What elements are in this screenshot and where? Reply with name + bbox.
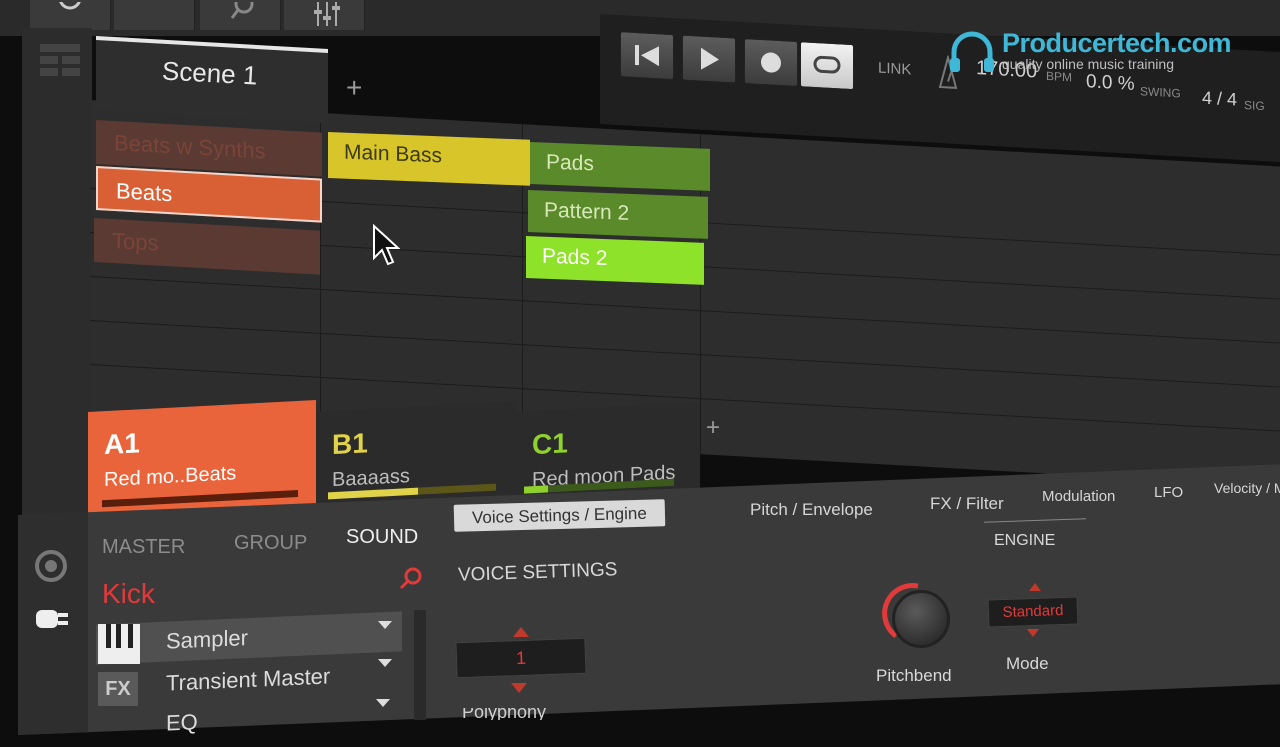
add-scene-button[interactable]: + [346,72,362,104]
left-sidebar [22,28,92,518]
skip-back-icon [635,44,659,67]
mouse-cursor-icon [373,224,400,266]
decrement-arrow-icon[interactable] [510,682,528,694]
chevron-down-icon[interactable] [376,618,394,632]
tab-label: Voice Settings / Engine [453,499,666,532]
arranger-view-icon[interactable] [40,44,80,78]
power-icon [59,2,81,10]
signature-label: SIG [1244,98,1265,114]
tab-pitch-envelope[interactable]: Pitch / Envelope [750,500,873,520]
mixer-button[interactable] [284,0,365,30]
decrement-arrow-icon[interactable] [1026,628,1040,638]
loop-icon [813,55,841,74]
chevron-down-icon[interactable] [374,696,392,710]
chevron-down-icon[interactable] [376,656,394,670]
add-group-button[interactable]: + [706,414,720,442]
pattern-pattern-2[interactable]: Pattern 2 [528,190,708,239]
search-button[interactable] [200,0,281,30]
play-icon [701,47,719,70]
tab-modulation[interactable]: Modulation [1042,488,1115,505]
sound-search-icon[interactable] [398,566,424,590]
piano-keys-icon [98,624,140,664]
swing-value[interactable]: 0.0 % [1086,71,1135,96]
plug-in-icon[interactable] [32,604,72,634]
search-icon [230,2,254,19]
tab-sound[interactable]: SOUND [346,526,418,549]
group-id: A1 [104,427,140,461]
voices-stepper[interactable]: 1 [455,637,587,679]
play-button[interactable] [682,34,736,84]
link-button[interactable]: LINK [878,60,911,79]
loop-button[interactable] [800,41,854,91]
pattern-main-bass[interactable]: Main Bass [328,132,530,186]
scene-tab-label: Scene 1 [161,55,259,91]
pattern-pads[interactable]: Pads [530,142,710,191]
group-id: C1 [532,427,568,461]
pattern-pads-2[interactable]: Pads 2 [526,236,704,285]
section-engine: ENGINE [994,532,1056,549]
group-level-meter [524,485,548,494]
browser-button[interactable] [114,0,195,30]
record-button[interactable] [744,38,798,88]
plugin-name: EQ [166,709,198,736]
tab-fx-filter[interactable]: FX / Filter [930,494,1004,514]
group-name: Red mo..Beats [104,462,237,492]
watermark-subtitle: quality online music training [1002,56,1174,72]
tab-voice-settings-engine[interactable]: Voice Settings / Engine [453,499,666,532]
watermark-title: Producertech.com [1002,28,1232,58]
sound-name[interactable]: Kick [102,578,155,610]
swing-label: SWING [1140,84,1181,101]
mode-label: Mode [1006,654,1049,673]
plugin-list-scrollbar[interactable] [414,610,426,720]
plugin-name: Transient Master [166,663,331,696]
tab-master[interactable]: MASTER [102,536,185,559]
settings-button[interactable] [30,0,111,30]
voice-mode-label: Polyphony [462,708,546,720]
headphones-logo-icon [950,31,994,72]
plugin-name: Sampler [166,625,248,654]
signature-value[interactable]: 4 / 4 [1202,88,1237,111]
tab-velocity[interactable]: Velocity / M [1214,480,1280,496]
fx-icon: FX [98,672,138,706]
restart-button[interactable] [620,31,674,81]
tab-lfo[interactable]: LFO [1154,484,1183,501]
pitchbend-label: Pitchbend [876,666,952,685]
pitchbend-knob[interactable] [892,590,950,648]
mode-selector[interactable]: Standard [987,596,1079,628]
voice-mode-text: Polyphony [462,708,547,720]
group-id: B1 [332,427,368,461]
increment-arrow-icon[interactable] [1028,582,1042,592]
knob-view-icon[interactable] [32,548,70,584]
tab-group[interactable]: GROUP [234,532,307,555]
record-icon [761,52,781,73]
mixer-icon [314,2,340,26]
increment-arrow-icon[interactable] [512,626,530,638]
